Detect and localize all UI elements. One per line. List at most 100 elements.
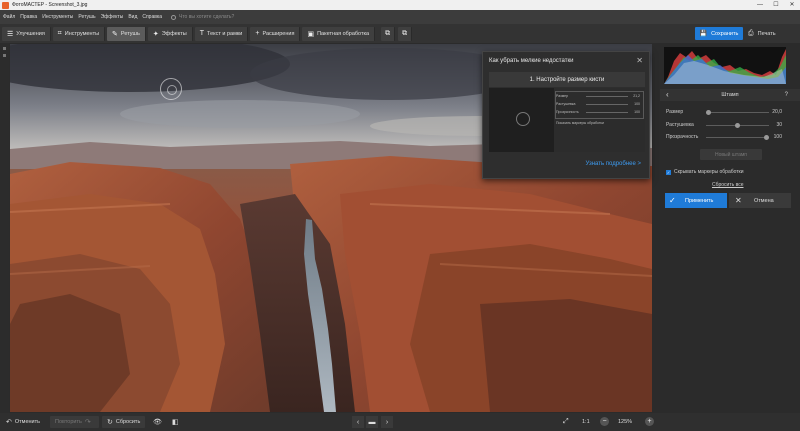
tab-tools[interactable]: ⌗ Инструменты — [52, 26, 106, 41]
slider-handle[interactable] — [706, 110, 711, 115]
reset-label: Сбросить — [115, 419, 141, 425]
search-input[interactable]: Что вы хотите сделать? — [179, 14, 234, 20]
slider-label: Прозрачность — [666, 134, 699, 140]
checkbox-label: Скрывать маркеры обработки — [674, 169, 744, 175]
slider-track[interactable] — [706, 135, 769, 140]
tab-effects[interactable]: ✦ Эффекты — [147, 26, 193, 41]
plus-icon: + — [255, 30, 260, 37]
crop-icon: ⌗ — [57, 29, 62, 37]
command-search[interactable]: Что вы хотите сделать? — [170, 14, 234, 20]
slider-label: Размер — [666, 109, 684, 115]
cancel-button[interactable]: ✕ Отмена — [729, 193, 791, 208]
menu-edit[interactable]: Правка — [20, 14, 37, 20]
apply-label: Применить — [685, 197, 714, 204]
slider-value: 30 — [776, 122, 782, 128]
help-icon[interactable]: ? — [785, 89, 788, 101]
demo-checkbox: Показать маркеры обработки — [556, 121, 604, 125]
compare-view-button[interactable]: ⧉ — [381, 26, 396, 41]
demo-row-bar — [586, 104, 628, 105]
popup-close-icon[interactable]: ✕ — [636, 56, 643, 65]
slider-opacity[interactable]: Прозрачность 100 — [666, 134, 782, 142]
fit-icon: ⤢ — [563, 418, 569, 425]
close-icon: ✕ — [735, 196, 742, 205]
rail-marker — [3, 54, 6, 57]
section-header: ‹ Штамп ? — [660, 89, 800, 101]
prev-photo-button[interactable]: ‹ — [352, 416, 364, 428]
menu-retouch[interactable]: Ретушь — [78, 14, 95, 20]
zoom-out-button[interactable]: − — [600, 417, 609, 426]
menu-file[interactable]: Файл — [3, 14, 15, 20]
slider-handle[interactable] — [764, 135, 769, 140]
demo-row: Растушевка 100 — [556, 102, 642, 106]
slider-track[interactable] — [706, 110, 769, 115]
fit-screen-button[interactable]: ⤢ — [563, 416, 572, 428]
reset-all-link[interactable]: Сбросить все — [712, 182, 744, 188]
apply-button[interactable]: ✓ Применить — [665, 193, 727, 208]
show-markers-checkbox[interactable]: ✓ Скрывать маркеры обработки — [666, 169, 744, 175]
maximize-button[interactable]: ☐ — [768, 0, 784, 10]
window-title: ФотоМАСТЕР - Screenshot_3.jpg — [12, 2, 88, 8]
slider-value: 100 — [773, 134, 782, 140]
tab-text-frames[interactable]: T Текст и рамки — [194, 26, 249, 41]
history-button[interactable]: ⧉ — [398, 26, 413, 41]
slider-feather[interactable]: Растушевка 30 — [666, 122, 782, 130]
tab-extensions[interactable]: + Расширения — [250, 26, 301, 41]
menu-tools[interactable]: Инструменты — [42, 14, 73, 20]
brush-cursor — [160, 78, 182, 100]
redo-label: Повторить — [55, 419, 82, 425]
save-icon: 💾 — [699, 31, 708, 37]
title-bar: ФотоМАСТЕР - Screenshot_3.jpg — ☐ ✕ — [0, 0, 800, 10]
slider-size[interactable]: Размер 20,0 — [666, 109, 782, 117]
print-label: Печать — [757, 30, 776, 37]
slider-track[interactable] — [706, 123, 769, 128]
demo-row-label: Прозрачность — [556, 110, 579, 114]
window-controls: — ☐ ✕ — [752, 0, 800, 10]
popup-demo-image: Размер 21,2 Растушевка 100 Прозрачность … — [489, 88, 645, 152]
eye-icon: 👁 — [153, 419, 162, 426]
zoom-level: 125% — [618, 419, 633, 425]
demo-row-value: 21,2 — [633, 94, 640, 98]
history-icon: ⧉ — [402, 29, 408, 37]
demo-row: Размер 21,2 — [556, 94, 642, 98]
reset-button[interactable]: ↻ Сбросить — [102, 416, 146, 428]
preview-toggle[interactable]: 👁 — [153, 416, 165, 428]
tab-label: Расширения — [262, 30, 295, 37]
tab-retouch[interactable]: ✎ Ретушь — [107, 26, 146, 41]
save-label: Сохранить — [711, 30, 739, 37]
actual-size-button[interactable]: 1:1 — [582, 416, 590, 428]
next-photo-button[interactable]: › — [381, 416, 393, 428]
menu-effects[interactable]: Эффекты — [101, 14, 124, 20]
text-icon: T — [199, 30, 205, 37]
app-logo-icon — [2, 1, 9, 9]
demo-row-value: 100 — [634, 110, 640, 114]
tab-enhance[interactable]: ☰ Улучшения — [2, 26, 51, 41]
folder-button[interactable]: ▬ — [366, 416, 378, 428]
slider-label: Растушевка — [666, 122, 694, 128]
menu-view[interactable]: Вид — [128, 14, 137, 20]
save-button[interactable]: 💾 Сохранить — [695, 27, 743, 40]
close-window-button[interactable]: ✕ — [784, 0, 800, 10]
slider-handle[interactable] — [735, 123, 740, 128]
minimize-button[interactable]: — — [752, 0, 768, 10]
demo-row-label: Растушевка — [556, 102, 576, 106]
compare-icon: ◧ — [172, 419, 179, 426]
undo-button[interactable]: ↶ Отменить — [6, 416, 40, 428]
bottom-bar: ↶ Отменить Повторить ↷ ↻ Сбросить 👁 ◧ ‹ … — [0, 413, 800, 431]
print-button[interactable]: ⎙ Печать — [748, 27, 776, 40]
before-after-button[interactable]: ◧ — [172, 416, 182, 428]
new-stamp-button[interactable]: Новый штамп — [700, 149, 762, 160]
search-icon — [170, 14, 176, 20]
learn-more-link[interactable]: Узнать подробнее > — [585, 161, 641, 167]
reset-icon: ↻ — [107, 419, 113, 426]
redo-button[interactable]: Повторить ↷ — [50, 416, 99, 428]
undo-label: Отменить — [14, 419, 41, 425]
zoom-in-button[interactable]: + — [645, 417, 654, 426]
back-chevron-icon[interactable]: ‹ — [666, 89, 669, 101]
demo-brush-icon — [516, 112, 530, 126]
section-title: Штамп — [721, 92, 739, 98]
menu-help[interactable]: Справка — [142, 14, 162, 20]
histogram-graph — [664, 49, 786, 84]
demo-row-bar — [586, 112, 628, 113]
tab-batch[interactable]: ▣ Пакетная обработка — [302, 26, 376, 41]
checkbox-check-icon[interactable]: ✓ — [666, 169, 671, 175]
